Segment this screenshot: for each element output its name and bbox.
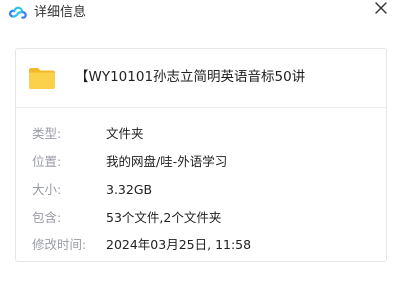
- details-card: 【WY10101孙志立简明英语音标50讲 类型: 文件夹 位置: 我的网盘/哇-…: [15, 48, 387, 262]
- detail-label: 位置:: [32, 154, 62, 169]
- detail-value: 文件夹: [106, 126, 144, 141]
- detail-row-size: 大小: 3.32GB: [16, 178, 386, 202]
- close-icon: [375, 2, 387, 14]
- detail-label: 大小:: [32, 182, 62, 197]
- folder-icon: [28, 66, 56, 90]
- detail-row-location: 位置: 我的网盘/哇-外语学习: [16, 150, 386, 174]
- detail-value: 53个文件,2个文件夹: [106, 210, 222, 225]
- baidu-netdisk-logo-icon: [8, 5, 28, 21]
- detail-value: 我的网盘/哇-外语学习: [106, 154, 228, 169]
- window-title: 详细信息: [34, 5, 87, 20]
- detail-label: 包含:: [32, 210, 62, 225]
- detail-value: 3.32GB: [106, 182, 153, 197]
- file-header: 【WY10101孙志立简明英语音标50讲: [16, 49, 386, 108]
- detail-label: 修改时间:: [32, 237, 87, 252]
- close-button[interactable]: [372, 0, 390, 18]
- detail-row-modified: 修改时间: 2024年03月25日, 11:58: [16, 233, 386, 257]
- detail-row-type: 类型: 文件夹: [16, 122, 386, 146]
- file-name: 【WY10101孙志立简明英语音标50讲: [75, 69, 306, 85]
- title-bar: 详细信息: [0, 0, 394, 30]
- detail-label: 类型:: [32, 126, 62, 141]
- detail-value: 2024年03月25日, 11:58: [106, 237, 252, 252]
- detail-row-contains: 包含: 53个文件,2个文件夹: [16, 206, 386, 230]
